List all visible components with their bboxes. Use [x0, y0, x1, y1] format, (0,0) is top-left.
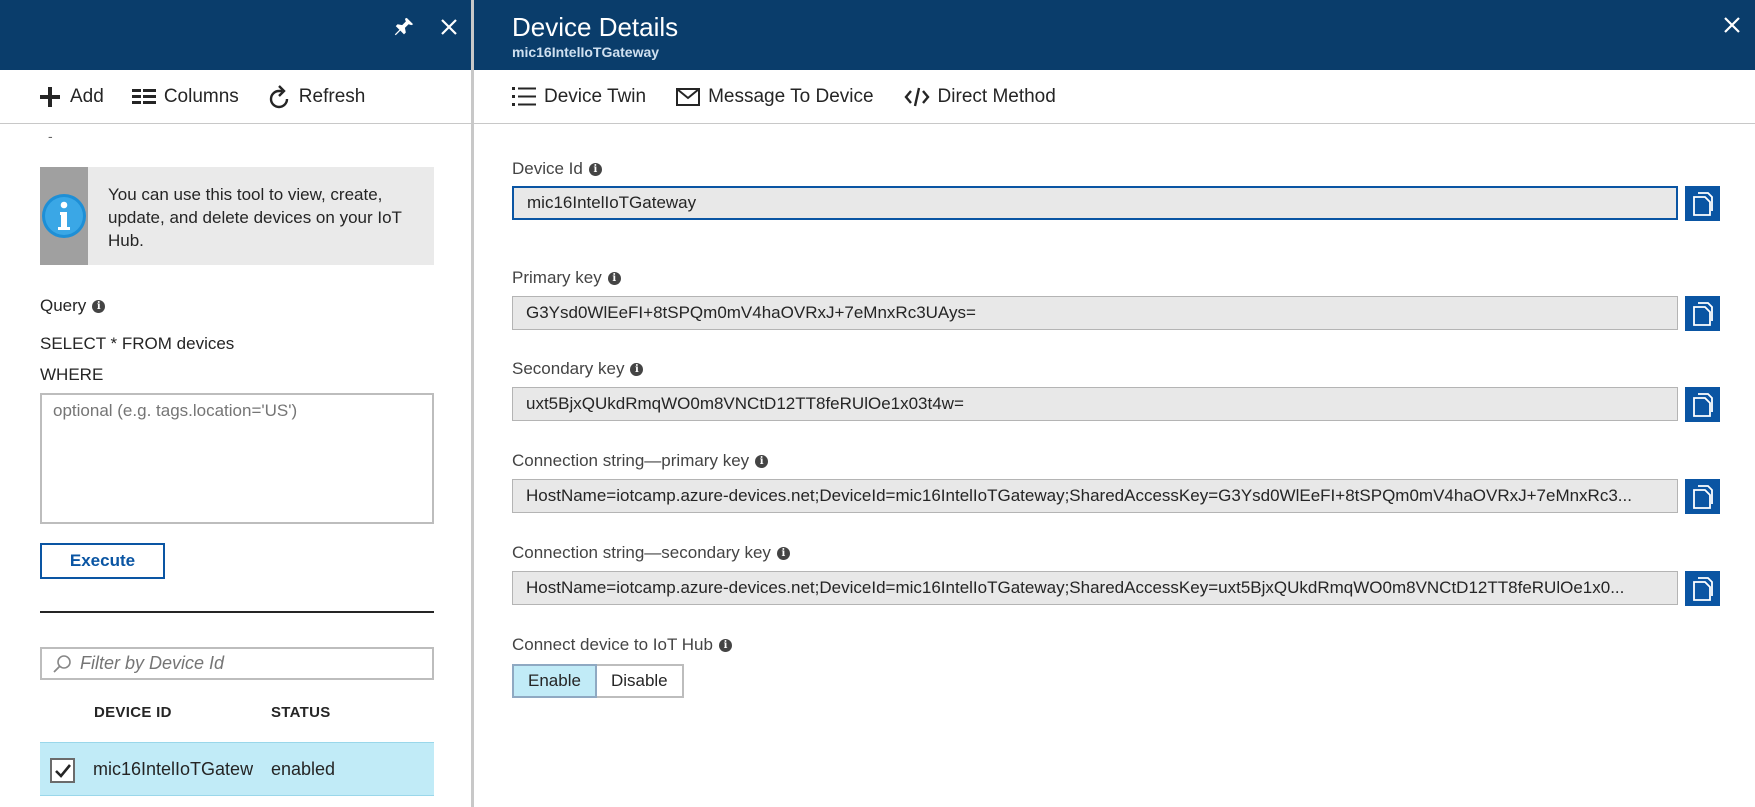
primary-key-label: Primary key i — [512, 268, 621, 288]
divider — [40, 611, 434, 613]
refresh-label: Refresh — [298, 85, 366, 107]
blade-title: Device Details — [512, 12, 679, 42]
connect-label: Connect device to IoT Hub i — [512, 635, 732, 655]
code-icon — [903, 87, 930, 106]
copy-primary-key-button[interactable] — [1685, 296, 1720, 331]
conn-secondary-label-text: Connection string—secondary key — [512, 543, 771, 562]
command-bar: Add Columns Refresh — [0, 70, 471, 124]
where-text: WHERE — [40, 365, 104, 384]
direct-method-button[interactable]: Direct Method — [903, 85, 1056, 108]
copy-device-id-button[interactable] — [1685, 186, 1720, 221]
message-to-device-button[interactable]: Message To Device — [676, 85, 874, 108]
plus-icon — [40, 86, 60, 107]
azure-portal: Add Columns Refresh - You can use this t… — [0, 0, 1755, 807]
where-input[interactable] — [40, 393, 434, 524]
conn-secondary-field[interactable]: HostName=iotcamp.azure-devices.net;Devic… — [512, 571, 1678, 605]
primary-key-info-icon: i — [607, 271, 621, 285]
pin-icon[interactable] — [389, 12, 419, 42]
filter-input[interactable] — [80, 653, 410, 674]
dash-text: - — [48, 128, 53, 144]
copy-conn-primary-button[interactable] — [1685, 479, 1720, 514]
primary-key-label-text: Primary key — [512, 268, 602, 287]
columns-button[interactable]: Columns — [131, 85, 239, 108]
device-id-label-text: Device Id — [512, 159, 583, 178]
copy-icon — [1692, 392, 1713, 417]
refresh-button[interactable]: Refresh — [267, 84, 366, 110]
conn-primary-label-text: Connection string—primary key — [512, 451, 750, 470]
secondary-key-label: Secondary key i — [512, 359, 644, 379]
columns-icon — [131, 88, 156, 104]
connect-toggle: Enable Disable — [512, 664, 684, 698]
device-twin-label: Device Twin — [544, 85, 647, 107]
refresh-icon — [269, 84, 288, 108]
info-text: You can use this tool to view, create, u… — [108, 185, 402, 250]
conn-secondary-info-icon: i — [776, 546, 790, 560]
query-label-text: Query — [40, 296, 87, 315]
message-label: Message To Device — [708, 85, 874, 107]
search-icon — [53, 654, 71, 673]
blade-header: Device Details mic16IntelIoTGateway — [474, 0, 1755, 70]
conn-secondary-label: Connection string—secondary key i — [512, 543, 790, 563]
secondary-key-label-text: Secondary key — [512, 359, 625, 378]
copy-icon — [1692, 191, 1713, 216]
connect-info-icon: i — [718, 638, 732, 652]
copy-conn-secondary-button[interactable] — [1685, 571, 1720, 606]
device-details-blade: Device Details mic16IntelIoTGateway Devi… — [474, 0, 1755, 807]
secondary-key-info-icon: i — [630, 362, 644, 376]
info-icon — [40, 167, 88, 265]
execute-button[interactable]: Execute — [40, 543, 165, 579]
enable-button[interactable]: Enable — [512, 664, 597, 698]
add-button[interactable]: Add — [38, 85, 104, 109]
conn-primary-info-icon: i — [755, 454, 769, 468]
disable-button[interactable]: Disable — [596, 664, 684, 698]
conn-primary-label: Connection string—primary key i — [512, 451, 769, 471]
query-info-icon: i — [92, 299, 106, 313]
blade-subtitle: mic16IntelIoTGateway — [512, 44, 660, 60]
col-header-device-id[interactable]: DEVICE ID — [94, 704, 172, 721]
copy-icon — [1692, 301, 1713, 326]
device-explorer-blade: Add Columns Refresh - You can use this t… — [0, 0, 474, 807]
device-id-info-icon: i — [588, 162, 602, 176]
command-bar: Device Twin Message To Device Direct Met… — [474, 70, 1755, 124]
device-twin-button[interactable]: Device Twin — [512, 86, 646, 108]
col-header-status[interactable]: STATUS — [271, 704, 331, 721]
connect-label-text: Connect device to IoT Hub — [512, 635, 713, 654]
copy-secondary-key-button[interactable] — [1685, 387, 1720, 422]
cell-status: enabled — [271, 759, 336, 779]
cell-device-id: mic16IntelIoTGateway — [93, 759, 253, 779]
table-row[interactable]: mic16IntelIoTGateway enabled — [40, 742, 434, 796]
info-box: You can use this tool to view, create, u… — [40, 167, 434, 265]
add-label: Add — [70, 85, 104, 107]
mail-icon — [676, 87, 701, 106]
checkmark-icon — [54, 763, 71, 778]
device-id-field[interactable]: mic16IntelIoTGateway — [512, 186, 1678, 220]
copy-icon — [1692, 484, 1713, 509]
copy-icon — [1692, 576, 1713, 601]
row-checkbox[interactable] — [50, 758, 75, 783]
secondary-key-field[interactable]: uxt5BjxQUkdRmqWO0m8VNCtD12TT8feRUlOe1x03… — [512, 387, 1678, 421]
list-icon — [512, 86, 536, 106]
primary-key-field[interactable]: G3Ysd0WlEeFI+8tSPQm0mV4haOVRxJ+7eMnxRc3U… — [512, 296, 1678, 330]
device-id-label: Device Id i — [512, 159, 602, 179]
blade-header — [0, 0, 471, 70]
direct-method-label: Direct Method — [937, 85, 1056, 107]
columns-label: Columns — [163, 85, 239, 107]
close-icon[interactable] — [434, 12, 464, 42]
filter-box[interactable] — [40, 647, 434, 680]
conn-primary-field[interactable]: HostName=iotcamp.azure-devices.net;Devic… — [512, 479, 1678, 513]
select-text: SELECT * FROM devices — [40, 334, 235, 353]
query-label: Query i — [40, 296, 106, 316]
close-icon[interactable] — [1717, 10, 1747, 40]
